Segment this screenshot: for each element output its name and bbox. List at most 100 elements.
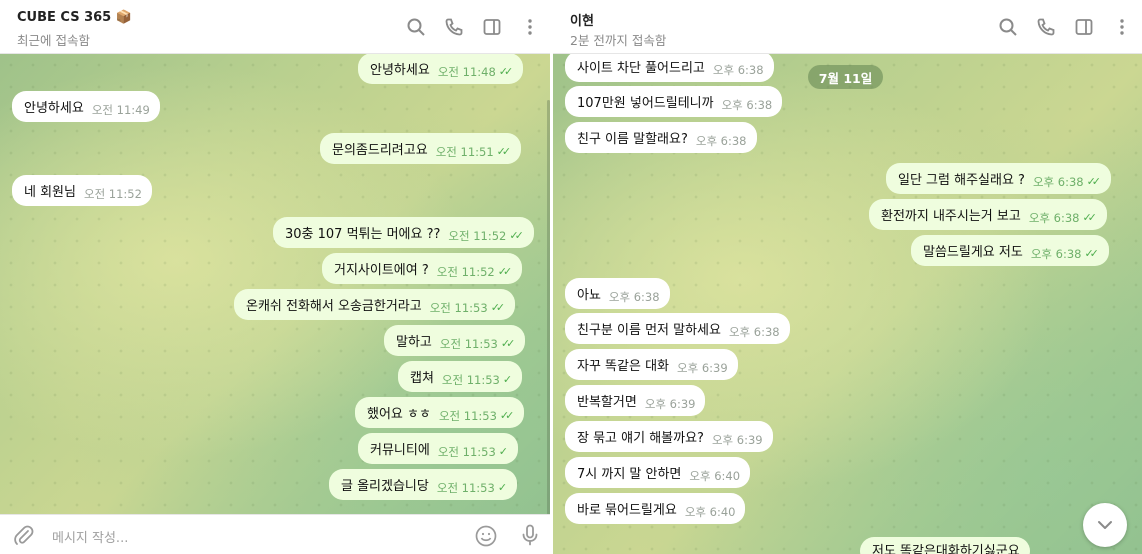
outgoing-message[interactable]: 했어요 ㅎㅎ 오전 11:53 ✓✓ xyxy=(355,397,525,428)
double-check-icon: ✓✓ xyxy=(498,65,514,78)
incoming-message[interactable]: 네 회원님 오전 11:52 xyxy=(12,175,152,206)
message-time: 오후 6:39 xyxy=(677,361,728,375)
double-check-icon: ✓✓ xyxy=(496,145,512,158)
message-time: 오전 11:48 xyxy=(437,65,496,79)
paperclip-icon[interactable] xyxy=(12,524,36,548)
incoming-message[interactable]: 아뇨 오후 6:38 xyxy=(565,278,670,309)
message-text: 문의좀드리려고요 xyxy=(332,143,428,158)
incoming-message[interactable]: 7시 까지 말 안하면 오후 6:40 xyxy=(565,457,751,488)
message-text: 자꾸 똑같은 대화 xyxy=(577,359,669,374)
outgoing-message[interactable]: 글 올리겠습니당 오전 11:53 ✓ xyxy=(329,469,518,500)
message-meta: 오전 11:48 ✓✓ xyxy=(437,65,514,79)
message-text: 말씀드릴게요 저도 xyxy=(923,245,1023,260)
scrollbar[interactable] xyxy=(547,100,550,520)
phone-icon[interactable] xyxy=(442,15,466,39)
incoming-message[interactable]: 장 묶고 얘기 해볼까요? 오후 6:39 xyxy=(565,421,773,452)
message-time: 오후 6:40 xyxy=(689,469,741,483)
outgoing-message[interactable]: 30충 107 먹튀는 머에요 ?? 오전 11:52 ✓✓ xyxy=(273,217,534,248)
outgoing-message[interactable]: 말하고 오전 11:53 ✓✓ xyxy=(384,325,526,356)
message-meta: 오후 6:38 ✓✓ xyxy=(1029,211,1097,225)
message-meta: 오후 6:38 ✓✓ xyxy=(1033,175,1101,189)
outgoing-message[interactable]: 거지사이트에여 ? 오전 11:52 ✓✓ xyxy=(322,253,523,284)
outgoing-message[interactable]: 저도 똑같은대화하기싫군요 xyxy=(860,537,1030,554)
message-meta: 오후 6:38 ✓✓ xyxy=(1031,247,1099,261)
more-vertical-icon[interactable] xyxy=(518,15,542,39)
double-check-icon: ✓✓ xyxy=(1086,175,1102,188)
message-meta: 오전 11:52 xyxy=(84,187,142,201)
chevron-down-icon xyxy=(1098,521,1112,529)
message-text: 캡쳐 xyxy=(410,371,434,386)
message-meta: 오후 6:38 xyxy=(609,290,660,304)
sidebar-toggle-icon[interactable] xyxy=(1072,15,1096,39)
emoji-icon[interactable] xyxy=(474,524,498,548)
incoming-message[interactable]: 친구분 이름 먼저 말하세요 오후 6:38 xyxy=(565,313,790,344)
chat-title[interactable]: CUBE CS 365 📦 xyxy=(17,10,132,25)
message-time: 오후 6:38 xyxy=(721,98,773,112)
message-meta: 오전 11:52 ✓✓ xyxy=(437,265,513,279)
message-time: 오전 11:49 xyxy=(91,103,150,117)
chat-title[interactable]: 이현 xyxy=(570,10,594,29)
single-check-icon: ✓ xyxy=(497,481,507,494)
double-check-icon: ✓✓ xyxy=(497,265,513,278)
phone-icon[interactable] xyxy=(1034,15,1058,39)
message-text: 말하고 xyxy=(396,335,432,350)
message-time: 오후 6:39 xyxy=(711,433,763,447)
left-chat-window: CUBE CS 365 📦 최근에 접속함 안녕하세요 오전 11:48 ✓✓ 안녕하… xyxy=(0,0,550,554)
double-check-icon: ✓✓ xyxy=(1084,247,1099,260)
double-check-icon: ✓✓ xyxy=(1082,211,1097,224)
more-vertical-icon[interactable] xyxy=(1110,15,1134,39)
message-input[interactable]: 메시지 작성... xyxy=(52,527,128,546)
message-meta: 오전 11:51 ✓✓ xyxy=(436,145,512,159)
message-meta: 오전 11:53 ✓ xyxy=(438,445,508,459)
message-time: 오후 6:38 xyxy=(712,63,764,77)
outgoing-message[interactable]: 환전까지 내주시는거 보고 오후 6:38 ✓✓ xyxy=(869,199,1107,230)
message-time: 오후 6:39 xyxy=(644,397,696,411)
outgoing-message[interactable]: 문의좀드리려고요 오전 11:51 ✓✓ xyxy=(320,133,522,164)
outgoing-message[interactable]: 일단 그럼 해주실래요 ? 오후 6:38 ✓✓ xyxy=(886,163,1112,194)
scroll-to-bottom-button[interactable] xyxy=(1083,503,1127,547)
message-text: 아뇨 xyxy=(577,288,601,303)
double-check-icon: ✓✓ xyxy=(499,409,515,422)
message-meta: 오후 6:38 xyxy=(713,63,764,77)
incoming-message[interactable]: 자꾸 똑같은 대화 오후 6:39 xyxy=(565,349,738,380)
left-chat-header: CUBE CS 365 📦 최근에 접속함 xyxy=(0,0,550,54)
message-time: 오전 11:53 xyxy=(438,409,497,423)
message-text: 107만원 넣어드릴테니까 xyxy=(577,96,714,111)
incoming-message[interactable]: 사이트 차단 풀어드리고 오후 6:38 xyxy=(565,51,774,82)
message-text: 환전까지 내주시는거 보고 xyxy=(881,209,1021,224)
outgoing-message[interactable]: 말씀드릴게요 저도 오후 6:38 ✓✓ xyxy=(911,235,1109,266)
outgoing-message[interactable]: 커뮤니티에 오전 11:53 ✓ xyxy=(358,433,518,464)
message-text: 글 올리겠습니당 xyxy=(341,479,429,494)
incoming-message[interactable]: 친구 이름 말할래요? 오후 6:38 xyxy=(565,122,757,153)
sidebar-toggle-icon[interactable] xyxy=(480,15,504,39)
outgoing-message[interactable]: 캡쳐 오전 11:53 ✓ xyxy=(398,361,523,392)
search-icon[interactable] xyxy=(404,15,428,39)
message-text: 친구분 이름 먼저 말하세요 xyxy=(577,323,721,338)
incoming-message[interactable]: 바로 묶어드릴게요 오후 6:40 xyxy=(565,493,746,524)
message-time: 오후 6:38 xyxy=(1032,175,1084,189)
message-time: 오후 6:40 xyxy=(684,505,736,519)
message-meta: 오전 11:53 ✓✓ xyxy=(439,337,516,351)
message-meta: 오후 6:40 xyxy=(689,469,740,483)
microphone-icon[interactable] xyxy=(518,523,542,547)
single-check-icon: ✓ xyxy=(498,445,508,458)
message-time: 오후 6:38 xyxy=(695,134,747,148)
incoming-message[interactable]: 안녕하세요 오전 11:49 xyxy=(12,91,160,122)
outgoing-message[interactable]: 온캐쉬 전화해서 오송금한거라고 오전 11:53 ✓✓ xyxy=(234,289,516,320)
message-text: 저도 똑같은대화하기싫군요 xyxy=(872,544,1020,554)
message-text: 했어요 ㅎㅎ xyxy=(367,407,431,422)
message-meta: 오전 11:53 ✓ xyxy=(437,481,507,495)
message-meta: 오전 11:49 xyxy=(92,103,150,117)
message-text: 네 회원님 xyxy=(24,185,76,200)
message-time: 오후 6:38 xyxy=(728,325,780,339)
message-time: 오후 6:38 xyxy=(608,290,660,304)
message-time: 오전 11:53 xyxy=(439,337,498,351)
chat-status: 최근에 접속함 xyxy=(17,33,90,48)
search-icon[interactable] xyxy=(996,15,1020,39)
incoming-message[interactable]: 107만원 넣어드릴테니까 오후 6:38 xyxy=(565,86,783,117)
message-composer: 메시지 작성... xyxy=(0,514,550,554)
outgoing-message[interactable]: 안녕하세요 오전 11:48 ✓✓ xyxy=(358,53,524,84)
date-badge: 7월 11일 xyxy=(808,65,883,89)
incoming-message[interactable]: 반복할거면 오후 6:39 xyxy=(565,385,706,416)
right-chat-window: 이현 2분 전까지 접속함 7월 11일 사이트 차단 풀어드리고 오후 6:38… xyxy=(553,0,1142,554)
